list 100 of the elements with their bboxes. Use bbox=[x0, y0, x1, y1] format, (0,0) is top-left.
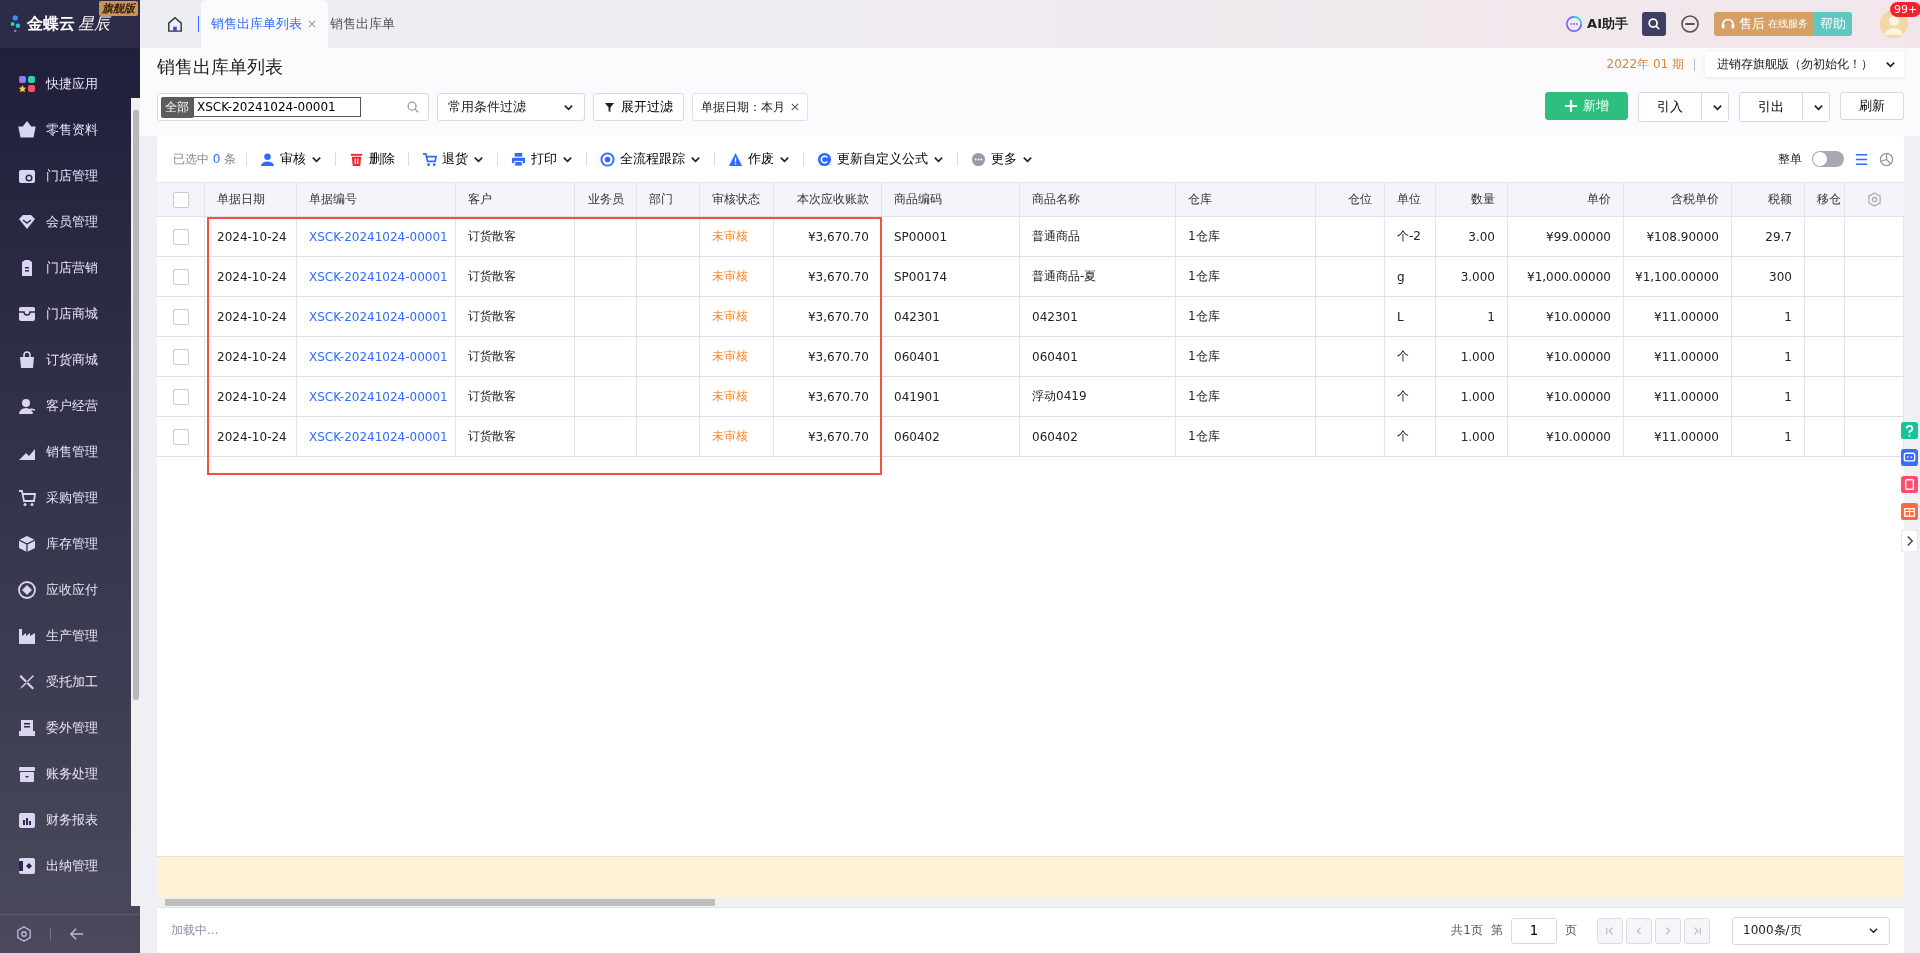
page-size-select[interactable]: 1000条/页 bbox=[1732, 916, 1890, 945]
column-header[interactable]: 税额 bbox=[1732, 183, 1805, 216]
previous-page-button[interactable] bbox=[1626, 917, 1652, 944]
row-checkbox[interactable] bbox=[172, 428, 189, 445]
document-link[interactable]: XSCK-20241024-00001 bbox=[309, 389, 448, 404]
sidebar-item[interactable]: 零售资料 bbox=[0, 107, 131, 153]
row-checkbox[interactable] bbox=[172, 308, 189, 325]
list-view-icon[interactable] bbox=[1854, 151, 1869, 167]
search-icon[interactable] bbox=[406, 100, 420, 114]
sidebar-item[interactable]: 订货商城 bbox=[0, 337, 131, 383]
back-arrow-icon[interactable] bbox=[69, 926, 85, 942]
page-label: 第 bbox=[1491, 922, 1503, 939]
first-page-button[interactable] bbox=[1597, 917, 1623, 944]
column-header[interactable]: 本次应收账款 bbox=[774, 183, 882, 216]
table-cell: 订货散客 bbox=[468, 388, 516, 405]
document-link[interactable]: XSCK-20241024-00001 bbox=[309, 309, 448, 324]
toggle-switch[interactable] bbox=[1812, 151, 1844, 167]
pie-chart-icon[interactable] bbox=[1879, 151, 1894, 167]
column-header[interactable]: 移仓 bbox=[1805, 183, 1845, 216]
chevron-down-icon bbox=[1885, 59, 1896, 70]
row-checkbox[interactable] bbox=[172, 348, 189, 365]
toolbar-button[interactable]: 打印 bbox=[508, 150, 577, 168]
column-header[interactable]: 客户 bbox=[456, 183, 575, 216]
column-header[interactable]: 商品编码 bbox=[882, 183, 1020, 216]
column-header[interactable]: 含税单价 bbox=[1624, 183, 1732, 216]
sidebar-item[interactable]: 会员管理 bbox=[0, 199, 131, 245]
gift-icon[interactable] bbox=[1901, 503, 1918, 520]
sidebar-item[interactable]: 客户经营 bbox=[0, 383, 131, 429]
page-input[interactable]: 1 bbox=[1511, 917, 1557, 944]
toolbar-button[interactable]: 更新自定义公式 bbox=[814, 150, 948, 168]
sidebar-item[interactable]: 门店营销 bbox=[0, 245, 131, 291]
column-header[interactable]: 单据编号 bbox=[297, 183, 456, 216]
column-header[interactable]: 审核状态 bbox=[700, 183, 774, 216]
sidebar-item[interactable]: 销售管理 bbox=[0, 429, 131, 475]
last-page-button[interactable] bbox=[1684, 917, 1710, 944]
action-button[interactable]: 引入 bbox=[1639, 93, 1702, 121]
help-icon[interactable] bbox=[1901, 422, 1918, 439]
chevron-right-icon[interactable] bbox=[1901, 530, 1918, 552]
sidebar-item[interactable]: 库存管理 bbox=[0, 521, 131, 567]
column-header[interactable]: 单价 bbox=[1508, 183, 1624, 216]
close-icon[interactable] bbox=[791, 103, 799, 111]
sidebar-item[interactable]: 门店商城 bbox=[0, 291, 131, 337]
sidebar-item[interactable]: 账务处理 bbox=[0, 751, 131, 797]
logo-text: 金蝶云 bbox=[27, 13, 75, 35]
table-cell: ¥10.00000 bbox=[1546, 309, 1611, 324]
column-header[interactable]: 数量 bbox=[1436, 183, 1508, 216]
row-checkbox[interactable] bbox=[172, 388, 189, 405]
account-set-select[interactable]: 进销存旗舰版（勿初始化！） bbox=[1705, 52, 1904, 77]
settings-icon[interactable] bbox=[16, 926, 32, 942]
expand-filter-button[interactable]: 展开过滤 bbox=[593, 93, 684, 121]
sidebar-item[interactable]: 财务报表 bbox=[0, 797, 131, 843]
sidebar-item[interactable]: 出纳管理 bbox=[0, 843, 131, 889]
horizontal-scrollbar[interactable] bbox=[157, 897, 1904, 907]
document-link[interactable]: XSCK-20241024-00001 bbox=[309, 349, 448, 364]
toolbar-button[interactable]: 退货 bbox=[419, 150, 488, 168]
column-header[interactable]: 商品名称 bbox=[1020, 183, 1176, 216]
column-header[interactable]: 仓库 bbox=[1176, 183, 1316, 216]
ai-assistant-button[interactable]: AI助手 bbox=[1565, 15, 1628, 33]
scrollbar[interactable] bbox=[131, 98, 140, 906]
sidebar-item[interactable]: 应收应付 bbox=[0, 567, 131, 613]
column-header[interactable]: 单位 bbox=[1385, 183, 1436, 216]
action-button[interactable]: 引出 bbox=[1740, 93, 1803, 121]
toolbar-button[interactable]: 删除 bbox=[346, 150, 399, 168]
column-header[interactable]: 单据日期 bbox=[205, 183, 297, 216]
column-header[interactable]: 业务员 bbox=[575, 183, 637, 216]
toolbar-button[interactable]: 作废 bbox=[725, 150, 794, 168]
filter-preset-select[interactable]: 常用条件过滤 bbox=[437, 93, 585, 121]
sidebar-item[interactable]: 采购管理 bbox=[0, 475, 131, 521]
search-button[interactable] bbox=[1642, 12, 1666, 36]
toolbar-button[interactable]: 全流程跟踪 bbox=[597, 150, 705, 168]
ai-chat-icon bbox=[1565, 15, 1584, 33]
column-header[interactable]: 部门 bbox=[637, 183, 700, 216]
filter-chip[interactable]: 单据日期：本月 bbox=[692, 93, 808, 121]
home-icon[interactable] bbox=[167, 16, 183, 32]
document-link[interactable]: XSCK-20241024-00001 bbox=[309, 269, 448, 284]
toggle-label: 整单 bbox=[1778, 150, 1802, 168]
sidebar-item[interactable]: 门店管理 bbox=[0, 153, 131, 199]
sidebar-item[interactable]: 委外管理 bbox=[0, 705, 131, 751]
row-checkbox[interactable] bbox=[172, 268, 189, 285]
document-link[interactable]: XSCK-20241024-00001 bbox=[309, 429, 448, 444]
column-header[interactable]: 仓位 bbox=[1316, 183, 1385, 216]
bag-icon bbox=[18, 351, 36, 369]
scope-label[interactable]: 全部 bbox=[161, 96, 193, 118]
document-link[interactable]: XSCK-20241024-00001 bbox=[309, 229, 448, 244]
next-page-button[interactable] bbox=[1655, 917, 1681, 944]
sidebar-item[interactable]: 快捷应用 bbox=[0, 61, 131, 107]
select-all-checkbox[interactable] bbox=[172, 191, 189, 208]
tab[interactable]: 销售出库单列表 bbox=[201, 0, 328, 48]
toolbar-button[interactable]: 更多 bbox=[968, 150, 1037, 168]
settings-icon[interactable] bbox=[1867, 192, 1882, 207]
row-checkbox[interactable] bbox=[172, 228, 189, 245]
tab[interactable]: 销售出库单 bbox=[328, 0, 407, 48]
sidebar-item[interactable]: 生产管理 bbox=[0, 613, 131, 659]
clipboard-icon[interactable] bbox=[1901, 476, 1918, 493]
toolbar-button[interactable]: 审核 bbox=[257, 150, 326, 168]
chat-icon[interactable] bbox=[1901, 449, 1918, 466]
search-field[interactable]: 全部 XSCK-20241024-00001 bbox=[157, 93, 429, 121]
refresh-button[interactable]: 刷新 bbox=[1840, 92, 1904, 120]
table-cell: ¥11.00000 bbox=[1654, 349, 1719, 364]
sidebar-item[interactable]: 受托加工 bbox=[0, 659, 131, 705]
